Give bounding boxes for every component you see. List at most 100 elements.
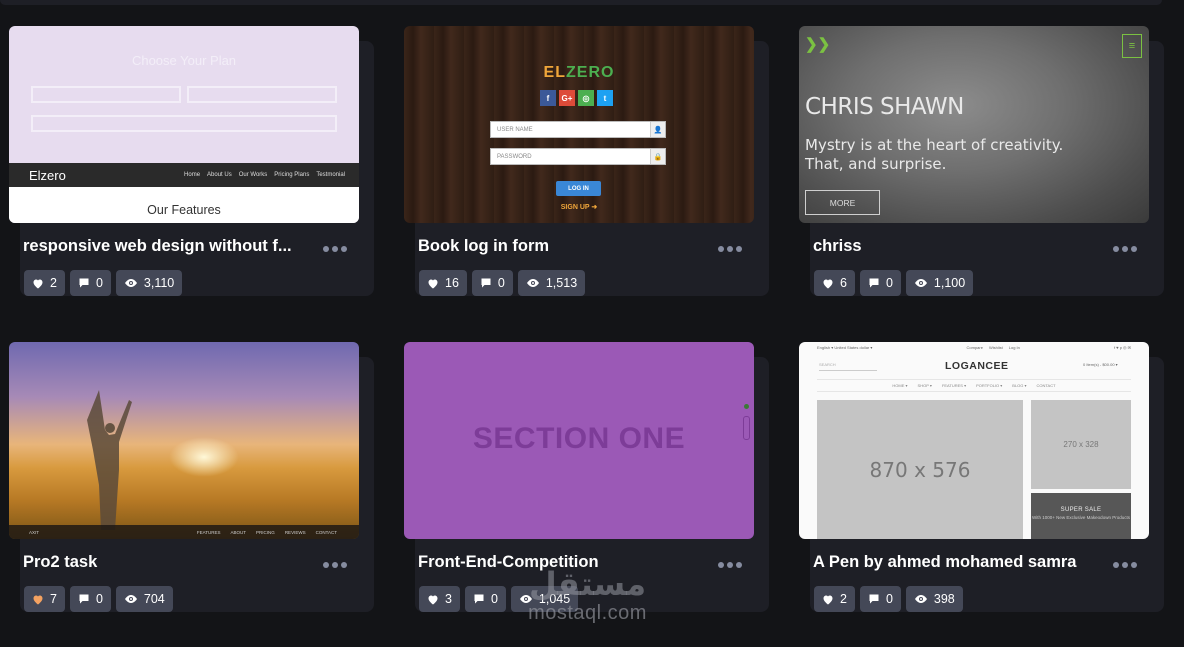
preview-nav-item: Pricing Plans [274,172,310,178]
like-button[interactable]: 16 [419,270,467,296]
heart-icon [33,279,43,288]
preview-section-title: Our Features [147,203,221,217]
preview-topbar: English ▾ United States dollar ▾ Compare… [817,344,1131,350]
pen-stats: 2 0 398 [814,586,963,612]
like-button[interactable]: 7 [24,586,65,612]
pen-title[interactable]: Pro2 task [23,553,303,572]
pen-title[interactable]: Front-End-Competition [418,553,698,572]
preview-logo: LOGANCEE [945,360,1009,372]
comment-count: 0 [95,592,103,606]
preview-side-indicator [743,416,750,440]
heart-icon [33,595,43,604]
comment-button[interactable]: 0 [859,586,901,612]
like-count: 2 [50,276,57,290]
comment-icon [79,278,89,288]
like-button[interactable]: 2 [814,586,855,612]
preview-more-button: MORE [805,190,880,215]
preview-field [31,86,181,103]
more-options-icon[interactable] [323,246,347,252]
preview-navbar: Elzero Home About Us Our Works Pricing P… [9,163,359,187]
views-badge[interactable]: 704 [115,586,173,612]
more-options-icon[interactable] [1113,562,1137,568]
heart-icon [823,279,833,288]
eye-icon [914,279,927,287]
pen-stats: 2 0 3,110 [24,270,183,296]
pen-preview[interactable]: ELZERO f G+ ◎ t USER NAME 👤 PASSWORD 🔒 LOG… [404,26,754,223]
preview-navbar: HOME ▾ SHOP ▾ FEATURES ▾ PORTFOLIO ▾ BLO… [817,379,1131,392]
instagram-icon: ◎ [578,90,594,106]
eye-icon [526,279,539,287]
view-count: 1,045 [538,592,571,606]
preview-person-silhouette [87,390,132,530]
view-count: 1,513 [545,276,578,290]
preview-brand: AXIT [29,529,40,535]
comment-icon [869,594,879,604]
preview-logo: ELZERO [543,64,615,81]
user-icon: 👤 [650,122,665,137]
eye-icon [124,595,137,603]
views-badge[interactable]: 3,110 [115,270,183,296]
comment-button[interactable]: 0 [859,270,901,296]
views-badge[interactable]: 1,513 [517,270,586,296]
preview-tagline: Mystry is at the heart of creativity. [805,136,1064,154]
preview-heading: CHRIS SHAWN [805,94,964,120]
more-options-icon[interactable] [718,246,742,252]
like-button[interactable]: 6 [814,270,855,296]
like-count: 3 [445,592,452,606]
comment-button[interactable]: 0 [69,586,111,612]
pen-stats: 3 0 1,045 [419,586,579,612]
comment-button[interactable]: 0 [69,270,111,296]
more-options-icon[interactable] [1113,246,1137,252]
pen-card: ❯❯ ≡ CHRIS SHAWN Mystry is at the heart … [799,26,1164,296]
google-plus-icon: G+ [559,90,575,106]
pen-title[interactable]: A Pen by ahmed mohamed samra [813,553,1093,572]
view-count: 3,110 [143,276,175,290]
comment-count: 0 [885,592,893,606]
pen-card: SECTION ONE Front-End-Competition 3 0 1,… [404,342,769,612]
like-count: 6 [840,276,847,290]
preview-banner-placeholder: 870 x 576 [817,400,1023,539]
preview-side-placeholder: 270 x 328 [1031,400,1131,489]
preview-social-icons: f G+ ◎ t [540,90,613,106]
views-badge[interactable]: 1,100 [905,270,974,296]
pen-title[interactable]: responsive web design without f... [23,237,303,256]
pen-preview[interactable]: SECTION ONE [404,342,754,539]
views-badge[interactable]: 1,045 [510,586,579,612]
pen-title[interactable]: Book log in form [418,237,698,256]
pen-preview[interactable]: AXIT FEATURES ABOUT PRICING REVIEWS CONT… [9,342,359,539]
preview-nav-item: Our Works [238,172,268,178]
comment-icon [79,594,89,604]
more-options-icon[interactable] [323,562,347,568]
like-button[interactable]: 3 [419,586,460,612]
preview-sun [169,437,239,477]
pen-preview[interactable]: English ▾ United States dollar ▾ Compare… [799,342,1149,539]
views-badge[interactable]: 398 [905,586,963,612]
facebook-icon: f [540,90,556,106]
pen-card: AXIT FEATURES ABOUT PRICING REVIEWS CONT… [9,342,374,612]
pen-preview[interactable]: ❯❯ ≡ CHRIS SHAWN Mystry is at the heart … [799,26,1149,223]
social-icons: f ♥ p ◎ ✉ [1114,344,1131,350]
comment-button[interactable]: 0 [464,586,506,612]
preview-username-field: USER NAME 👤 [490,121,666,138]
comment-icon [481,278,491,288]
preview-field [31,115,337,132]
heart-icon [428,279,438,288]
more-options-icon[interactable] [718,562,742,568]
pen-card: ELZERO f G+ ◎ t USER NAME 👤 PASSWORD 🔒 LOG… [404,26,769,296]
like-button[interactable]: 2 [24,270,65,296]
like-count: 2 [840,592,847,606]
preview-nav-item: About Us [207,172,232,178]
like-count: 7 [50,592,57,606]
preview-logo-icon: ❯❯ [805,36,831,53]
hamburger-menu-icon: ≡ [1122,34,1142,58]
lock-icon: 🔒 [650,149,665,164]
preview-field [187,86,337,103]
pen-stats: 7 0 704 [24,586,173,612]
preview-password-field: PASSWORD 🔒 [490,148,666,165]
pen-preview[interactable]: Choose Your Plan Elzero Home About Us Ou… [9,26,359,223]
pen-title[interactable]: chriss [813,237,1093,256]
comment-button[interactable]: 0 [471,270,513,296]
preview-brand: Elzero [29,167,66,183]
comment-count: 0 [95,276,103,290]
eye-icon [914,595,927,603]
